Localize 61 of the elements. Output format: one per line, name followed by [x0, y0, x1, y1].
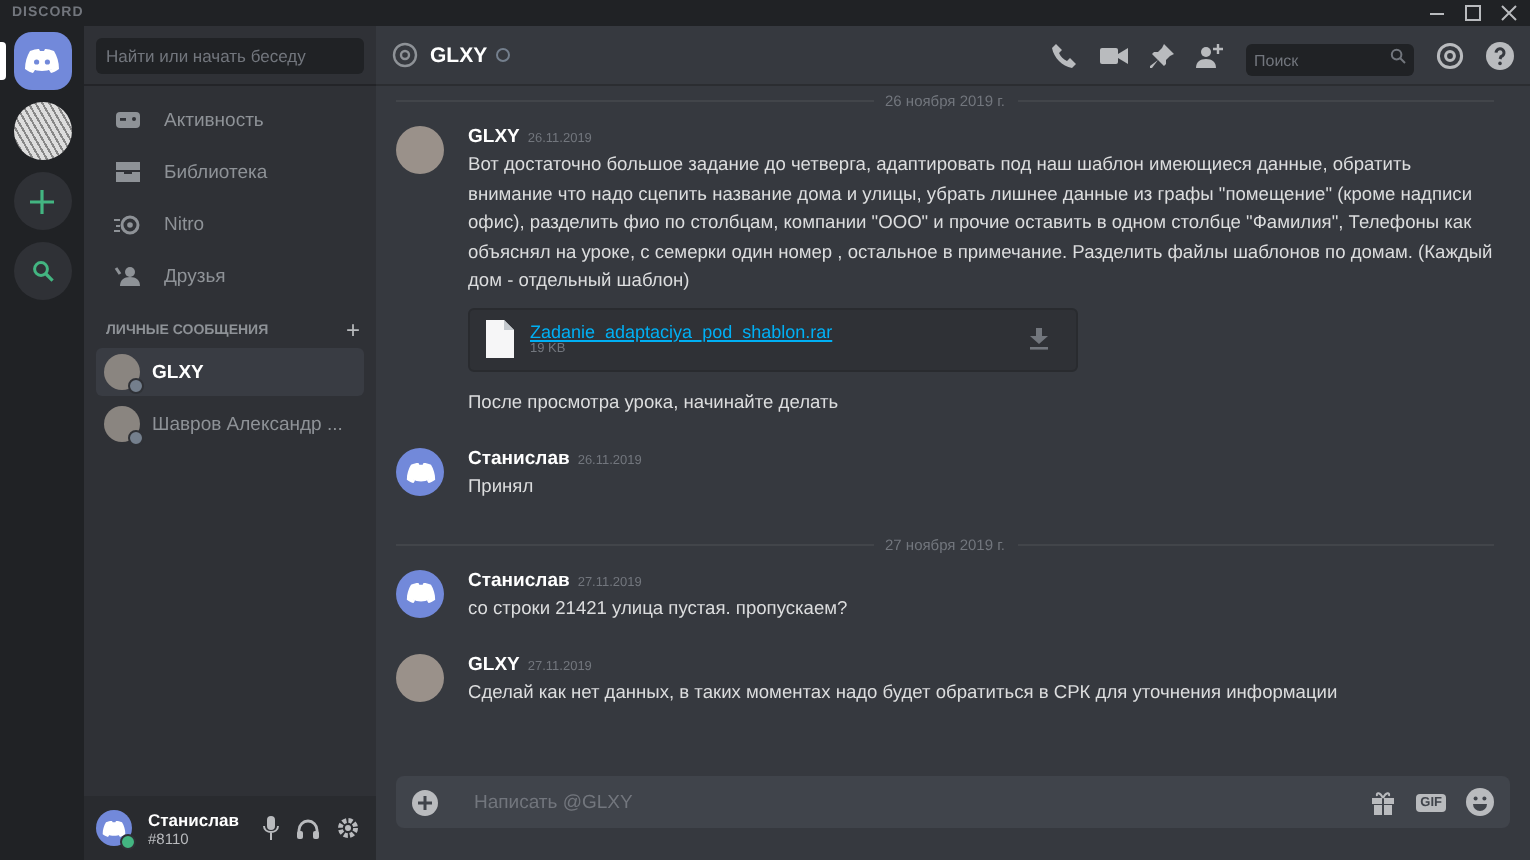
gift-icon[interactable]: [1370, 789, 1397, 815]
selection-indicator: [0, 42, 6, 80]
avatar-photo-placeholder: [104, 406, 140, 442]
user-avatar: [396, 448, 444, 496]
file-icon: [486, 320, 514, 358]
author-name[interactable]: GLXY: [468, 126, 520, 148]
gamepad-icon: [114, 109, 142, 131]
headphones-icon[interactable]: [296, 817, 320, 839]
search-icon: [1390, 47, 1406, 63]
status-dot: [495, 48, 510, 62]
pin-icon[interactable]: [1150, 43, 1174, 67]
user-avatar: [96, 810, 132, 846]
file-link[interactable]: Zadanie_adaptaciya_pod_shablon.rar: [530, 322, 833, 342]
avatar-photo-placeholder: [396, 654, 444, 702]
avatar-photo-placeholder: [396, 126, 444, 174]
author-name[interactable]: Станислав: [468, 569, 570, 591]
logo-icon: [24, 48, 60, 74]
author-name[interactable]: GLXY: [468, 654, 520, 676]
author-name[interactable]: Станислав: [468, 448, 570, 470]
nav-item[interactable]: Друзья: [164, 265, 226, 287]
add-attachment-icon[interactable]: [412, 789, 438, 815]
status-dot: [128, 378, 144, 394]
nav-item[interactable]: Активность: [164, 109, 264, 131]
mention-icon[interactable]: [1436, 41, 1464, 69]
settings-icon[interactable]: [336, 816, 360, 840]
message-text: После просмотра урока, начинайте делать: [468, 389, 841, 416]
search-icon: [31, 260, 53, 282]
nav-item[interactable]: Nitro: [164, 213, 205, 235]
user-name: Станислав: [148, 809, 241, 829]
at-sign-icon: [392, 42, 418, 68]
avatar-photo-placeholder: [104, 354, 140, 390]
message-text: со строки 21421 улица пустая. пропускаем?: [468, 595, 850, 622]
nav-item[interactable]: Библиотека: [164, 161, 268, 183]
message-text: Сделай как нет данных, в таких моментах надо будет обратиться в СРК для уточнения информации: [468, 680, 1340, 706]
download-icon[interactable]: [1030, 328, 1048, 350]
add-dm-button[interactable]: +: [345, 318, 360, 342]
status-dot: [128, 430, 144, 446]
message-text: Принял: [468, 474, 536, 500]
plus-icon: [30, 189, 54, 213]
search-field[interactable]: Поиск: [1246, 44, 1414, 76]
message-text: Вот достаточно большое задание до четверга, адаптировать под наш шаблон имеющиеся данные, обратить внимание что надо сцепить название дома и улицы, убрать лишнее данные из графы "помещение" (кроме надписи офис), разделить фио по столбцам, компании "ООО" и прочие оставить в одном столбце "Фамилия", Телефоны как объяснял на уроке, с семерки один номер , остальное в примечание. Разделить файлы шаблонов по домам. (Каждый дом - отдельный шаблон): [468, 152, 1494, 294]
dm-item[interactable]: GLXY: [96, 348, 364, 396]
library-icon: [114, 160, 142, 184]
search-button[interactable]: [13, 242, 71, 300]
video-camera-icon[interactable]: [1100, 45, 1128, 65]
microphone-icon[interactable]: [262, 816, 280, 840]
nitro-icon: [114, 213, 142, 235]
add-server-button[interactable]: [13, 172, 71, 230]
user-avatar: [396, 569, 444, 617]
server-icon[interactable]: [13, 102, 71, 160]
emoji-icon[interactable]: [1466, 788, 1494, 816]
phone-icon[interactable]: [1052, 42, 1078, 68]
dm-item[interactable]: Шавров Александр ...: [96, 400, 364, 448]
search-field[interactable]: Найти или начать беседу: [96, 37, 364, 73]
close-icon[interactable]: [1500, 4, 1518, 22]
friends-icon: [114, 264, 142, 288]
add-friend-icon[interactable]: [1196, 43, 1224, 67]
maximize-icon[interactable]: [1464, 4, 1482, 22]
channel-title: GLXY: [430, 43, 488, 67]
home-button[interactable]: [13, 32, 71, 90]
help-icon[interactable]: [1486, 41, 1514, 69]
